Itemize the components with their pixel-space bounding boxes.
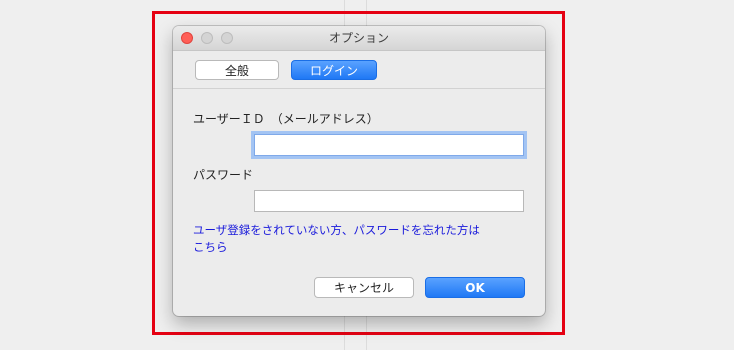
tab-login[interactable]: ログイン [291,60,377,80]
tab-divider [173,88,545,89]
cancel-button[interactable]: キャンセル [314,277,414,298]
ok-button[interactable]: OK [425,277,525,298]
user-id-input[interactable] [254,134,524,156]
tab-general[interactable]: 全般 [195,60,279,80]
help-link-line-2: こちら [193,240,228,254]
help-link-line-1: ユーザ登録をされていない方、パスワードを忘れた方は [193,223,480,237]
password-input[interactable] [254,190,524,212]
options-dialog: オプション 全般 ログイン ユーザーＩＤ （メールアドレス） パスワード ユーザ… [173,26,545,316]
title-bar: オプション [173,26,545,51]
registration-help-link[interactable]: ユーザ登録をされていない方、パスワードを忘れた方は こちら [193,222,523,256]
user-id-label: ユーザーＩＤ （メールアドレス） [193,112,379,126]
password-label: パスワード [193,168,254,182]
window-title: オプション [328,31,389,45]
